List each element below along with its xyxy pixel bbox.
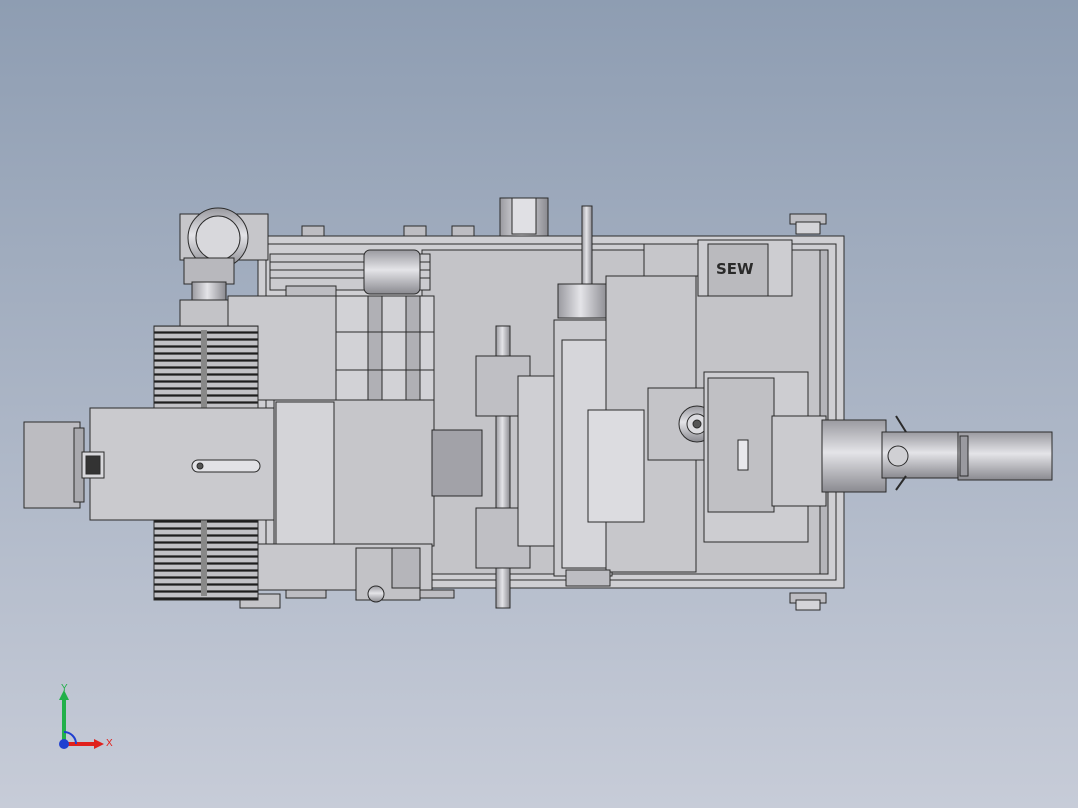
gearbox-upper[interactable] [227,295,435,401]
belt-drive [269,249,431,297]
x-axis-label: X [106,738,113,749]
sew-brand-label: SEW [716,260,754,278]
bottom-small-motor[interactable] [355,547,421,603]
right-spindle-shaft[interactable] [771,415,961,507]
top-center-cylinder [499,197,549,237]
servo-motor[interactable] [957,431,1053,481]
lower-cooling-fins [153,515,259,601]
x-axis-arrowhead [94,739,104,749]
y-axis-label: Y [61,684,68,694]
cad-viewport[interactable]: SEW Y X [0,0,1078,808]
z-axis-dot [59,739,69,749]
machine-assembly-model[interactable]: SEW [0,0,1078,808]
coordinate-triad: Y X [59,684,113,749]
upper-cooling-fins [153,325,259,413]
left-spindle-housing[interactable] [23,407,275,521]
